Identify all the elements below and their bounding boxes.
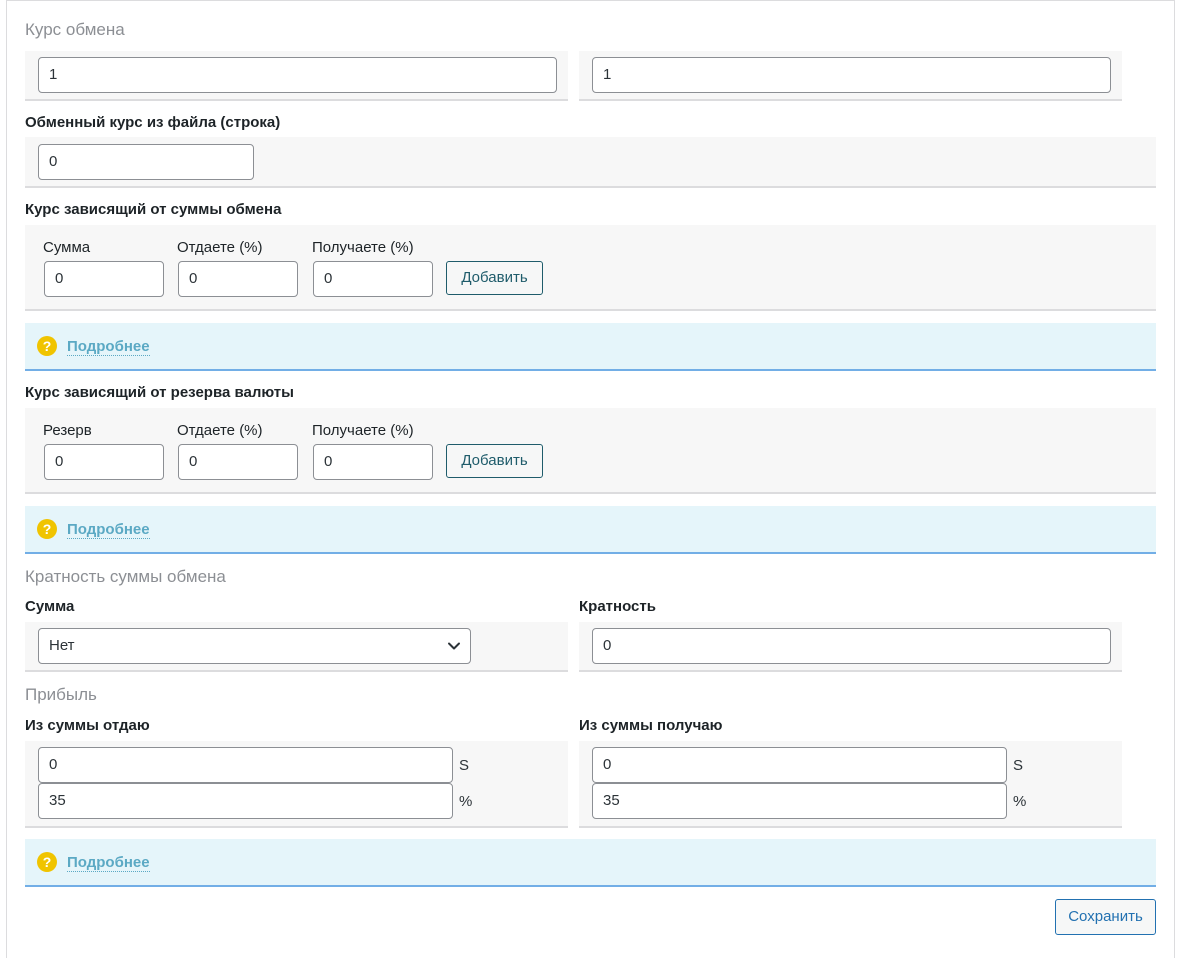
sum-dependent-label: Курс зависящий от суммы обмена [25, 201, 282, 218]
sum-dependent-get-input[interactable]: 0 [313, 261, 433, 297]
question-circle-icon: ? [37, 852, 57, 872]
profit-give-fixed-input[interactable]: 0 [38, 747, 453, 783]
file-rate-input[interactable]: 0 [38, 144, 254, 180]
multiplicity-input[interactable]: 0 [592, 628, 1111, 664]
reserve-dependent-col-reserve: Резерв [43, 422, 92, 439]
exchange-rate-give-input[interactable]: 1 [38, 57, 557, 93]
sum-dependent-col-amount: Сумма [43, 239, 91, 256]
reserve-dependent-col-get: Получаете (%) [312, 422, 414, 439]
question-circle-icon: ? [37, 336, 57, 356]
profit-get-label: Из суммы получаю [579, 717, 723, 734]
profit-get-fixed-unit: S [1013, 757, 1024, 774]
multiplicity-sum-selected: Нет [49, 637, 75, 654]
sum-dependent-col-give: Отдаете (%) [177, 239, 263, 256]
exchange-rate-title: Курс обмена [25, 20, 125, 39]
profit-get-percent-input[interactable]: 35 [592, 783, 1007, 819]
profit-help-notice [25, 839, 1156, 887]
profit-title: Прибыль [25, 685, 97, 704]
reserve-dependent-reserve-input[interactable]: 0 [44, 444, 164, 480]
sum-dependent-help-notice [25, 323, 1156, 371]
profit-help-link[interactable]: Подробнее [67, 854, 150, 872]
sum-dependent-give-input[interactable]: 0 [178, 261, 298, 297]
multiplicity-label: Кратность [579, 598, 656, 615]
question-circle-icon: ? [37, 519, 57, 539]
reserve-dependent-get-input[interactable]: 0 [313, 444, 433, 480]
file-rate-label: Обменный курс из файла (строка) [25, 114, 281, 131]
reserve-dependent-give-input[interactable]: 0 [178, 444, 298, 480]
reserve-dependent-label: Курс зависящий от резерва валюты [25, 384, 294, 401]
reserve-dependent-add-button[interactable]: Добавить [446, 444, 543, 478]
profit-give-percent-unit: % [459, 793, 473, 810]
profit-give-fixed-unit: S [459, 757, 470, 774]
reserve-dependent-help-notice [25, 506, 1156, 554]
multiplicity-sum-select[interactable]: Нет [38, 628, 471, 664]
sum-dependent-help-link[interactable]: Подробнее [67, 338, 150, 356]
multiplicity-title: Кратность суммы обмена [25, 567, 226, 586]
chevron-down-icon[interactable] [447, 639, 461, 653]
sum-dependent-add-button[interactable]: Добавить [446, 261, 543, 295]
reserve-dependent-col-give: Отдаете (%) [177, 422, 263, 439]
save-button[interactable]: Сохранить [1055, 899, 1156, 935]
sum-dependent-amount-input[interactable]: 0 [44, 261, 164, 297]
profit-give-percent-input[interactable]: 35 [38, 783, 453, 819]
sum-dependent-col-get: Получаете (%) [312, 239, 414, 256]
profit-give-label: Из суммы отдаю [25, 717, 150, 734]
multiplicity-sum-label: Сумма [25, 598, 75, 615]
profit-get-fixed-input[interactable]: 0 [592, 747, 1007, 783]
exchange-rate-get-input[interactable]: 1 [592, 57, 1111, 93]
reserve-dependent-help-link[interactable]: Подробнее [67, 521, 150, 539]
profit-get-percent-unit: % [1013, 793, 1027, 810]
